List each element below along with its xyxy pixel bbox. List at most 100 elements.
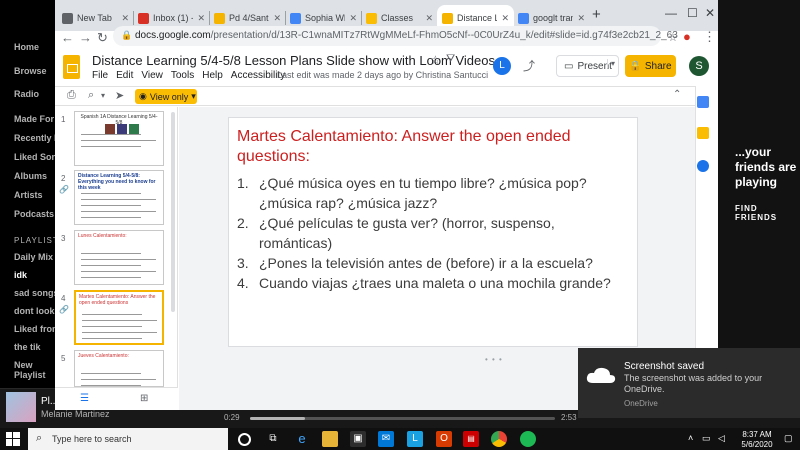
menu-item[interactable]: Tools [171,70,194,81]
artist-name[interactable]: Melanie Martinez [41,409,110,419]
spotify-nav-item[interactable]: Radio [14,89,39,99]
task-view-icon[interactable]: ⧉ [265,431,281,447]
speaker-notes-handle[interactable]: • • • [485,355,503,364]
present-icon: ▭ [564,60,574,72]
slide-filmstrip[interactable]: 1 Spanish 1A Distance Learning 5/4-5/8 2 Di… [55,107,178,387]
playlist-item[interactable]: sad songs [14,288,59,298]
mail-icon[interactable]: ✉ [378,431,394,447]
menu-item[interactable]: Help [202,70,223,81]
new-playlist-button[interactable]: New Playlist [14,360,55,380]
close-tab-icon[interactable]: ✕ [349,13,357,24]
slide-thumbnail[interactable]: Martes Calentamiento: Answer the open en… [74,290,164,345]
zoom-icon[interactable]: ⌕ [88,89,94,102]
chrome-icon[interactable] [491,431,507,447]
red-app-icon[interactable]: ▤ [463,431,479,447]
back-icon[interactable]: ← [61,30,74,45]
lock-icon[interactable]: 🔒 [121,30,132,41]
close-window-icon[interactable]: ✕ [705,6,715,20]
slide-thumbnail[interactable]: Spanish 1A Distance Learning 5/4-5/8 [74,111,164,166]
slide-number: 3 [61,234,66,243]
present-button[interactable]: ▭ Present ▾ [556,55,619,77]
close-tab-icon[interactable]: ✕ [273,13,281,24]
chrome-menu-icon[interactable]: ⋮ [703,29,716,45]
cortana-icon[interactable] [238,433,251,446]
collaborator-avatar[interactable]: L [493,57,511,75]
spotify-nav-item[interactable]: Albums [14,171,47,181]
thumbnail-image [129,124,139,134]
spotify-nav-item[interactable]: Home [14,42,39,52]
close-tab-icon[interactable]: ✕ [121,13,129,24]
slides-logo-icon[interactable] [63,55,80,79]
maximize-icon[interactable]: ☐ [687,6,698,20]
taskbar-clock[interactable]: 8:37 AM 5/6/2020 [737,430,777,450]
close-tab-icon[interactable]: ✕ [197,13,205,24]
close-tab-icon[interactable]: ✕ [577,13,585,24]
playlist-item[interactable]: dont look [14,306,55,316]
filmstrip-scrollbar[interactable] [171,112,175,312]
playback-progress-bar[interactable] [250,417,555,420]
question-number: 2. [237,215,249,231]
tab-label: Inbox (1) - sa... [153,13,193,23]
print-icon[interactable]: ⎙ [67,89,76,102]
view-only-dropdown[interactable]: ◉ View only ▾ [135,89,197,104]
drive-folder-icon[interactable]: ⛛ [446,53,455,66]
slide-thumbnail[interactable]: Jueves Calentamiento: [74,350,164,387]
extension-icon[interactable]: ● [683,29,691,44]
collapse-toolbar-icon[interactable]: ⌃ [673,89,681,100]
bookmark-star-icon[interactable]: ☆ [668,31,678,44]
edge-icon[interactable]: e [294,431,310,447]
tab-label: Sophia Whee... [305,13,345,23]
close-tab-icon[interactable]: ✕ [501,13,509,24]
tab-separator [209,11,210,25]
notifications-icon[interactable]: ▢ [784,433,793,444]
url-text[interactable]: docs.google.com/presentation/d/13R-C1wna… [135,30,678,41]
reload-icon[interactable]: ↻ [97,30,108,46]
select-cursor-icon[interactable]: ➤ [115,89,124,102]
account-avatar[interactable]: S [689,56,709,76]
tab-favicon-icon [366,12,377,24]
office-icon[interactable]: O [436,431,452,447]
tasks-icon[interactable] [697,160,709,172]
menu-item[interactable]: View [141,70,163,81]
grid-view-icon[interactable]: ⊞ [140,393,148,404]
keep-icon[interactable] [697,127,709,139]
close-tab-icon[interactable]: ✕ [425,13,433,24]
file-explorer-icon[interactable] [322,431,338,447]
album-art[interactable] [6,392,36,422]
spotify-nav-item[interactable]: Podcasts [14,209,54,219]
windows-start-icon[interactable] [6,432,20,446]
minimize-icon[interactable]: — [665,6,677,20]
playlist-item[interactable]: Daily Mix [14,252,53,262]
filmstrip-view-icon[interactable]: ☰ [80,393,89,404]
playlist-item[interactable]: idk [14,270,27,280]
menu-item[interactable]: Edit [116,70,133,81]
chevron-down-icon[interactable]: ▾ [101,91,105,100]
chevron-down-icon[interactable]: ▾ [606,59,615,68]
tray-chevron-icon[interactable]: ˄ [688,433,693,443]
question-text: ¿Pones la televisión antes de (before) i… [259,255,593,271]
volume-icon[interactable]: ◁ [718,433,725,444]
duration-time: 2:53 [561,413,577,422]
playlist-item[interactable]: the tik [14,342,41,352]
last-edit-link[interactable]: Last edit was made 2 days ago by Christi… [277,70,488,80]
activity-dashboard-icon[interactable]: ⤴ [523,57,535,74]
slide-thumbnail[interactable]: Distance Learning 5/4-5/8: Everything yo… [74,170,164,225]
link-icon[interactable]: 🔗 [59,185,69,194]
star-icon[interactable]: ☆ [430,53,441,67]
find-friends-button[interactable]: FIND FRIENDS [735,204,800,222]
slide-thumbnail[interactable]: Lunes Calentamiento: [74,230,164,285]
spotify-nav-item[interactable]: Browse [14,66,47,76]
store-icon[interactable]: ▣ [350,431,366,447]
share-button[interactable]: 🔒 Share [625,55,676,77]
spotify-icon[interactable] [520,431,536,447]
playlist-item[interactable]: Liked from [14,324,60,334]
question-item: 4. Cuando viajas ¿traes una maleta o una … [237,273,627,293]
forward-icon[interactable]: → [79,30,92,45]
new-tab-button[interactable]: + [592,6,601,23]
network-icon[interactable]: ▭ [702,433,711,444]
calendar-icon[interactable] [697,96,709,108]
spotify-nav-item[interactable]: Artists [14,190,43,200]
app-l-icon[interactable]: L [407,431,423,447]
link-icon[interactable]: 🔗 [59,305,69,314]
menu-item[interactable]: File [92,70,108,81]
